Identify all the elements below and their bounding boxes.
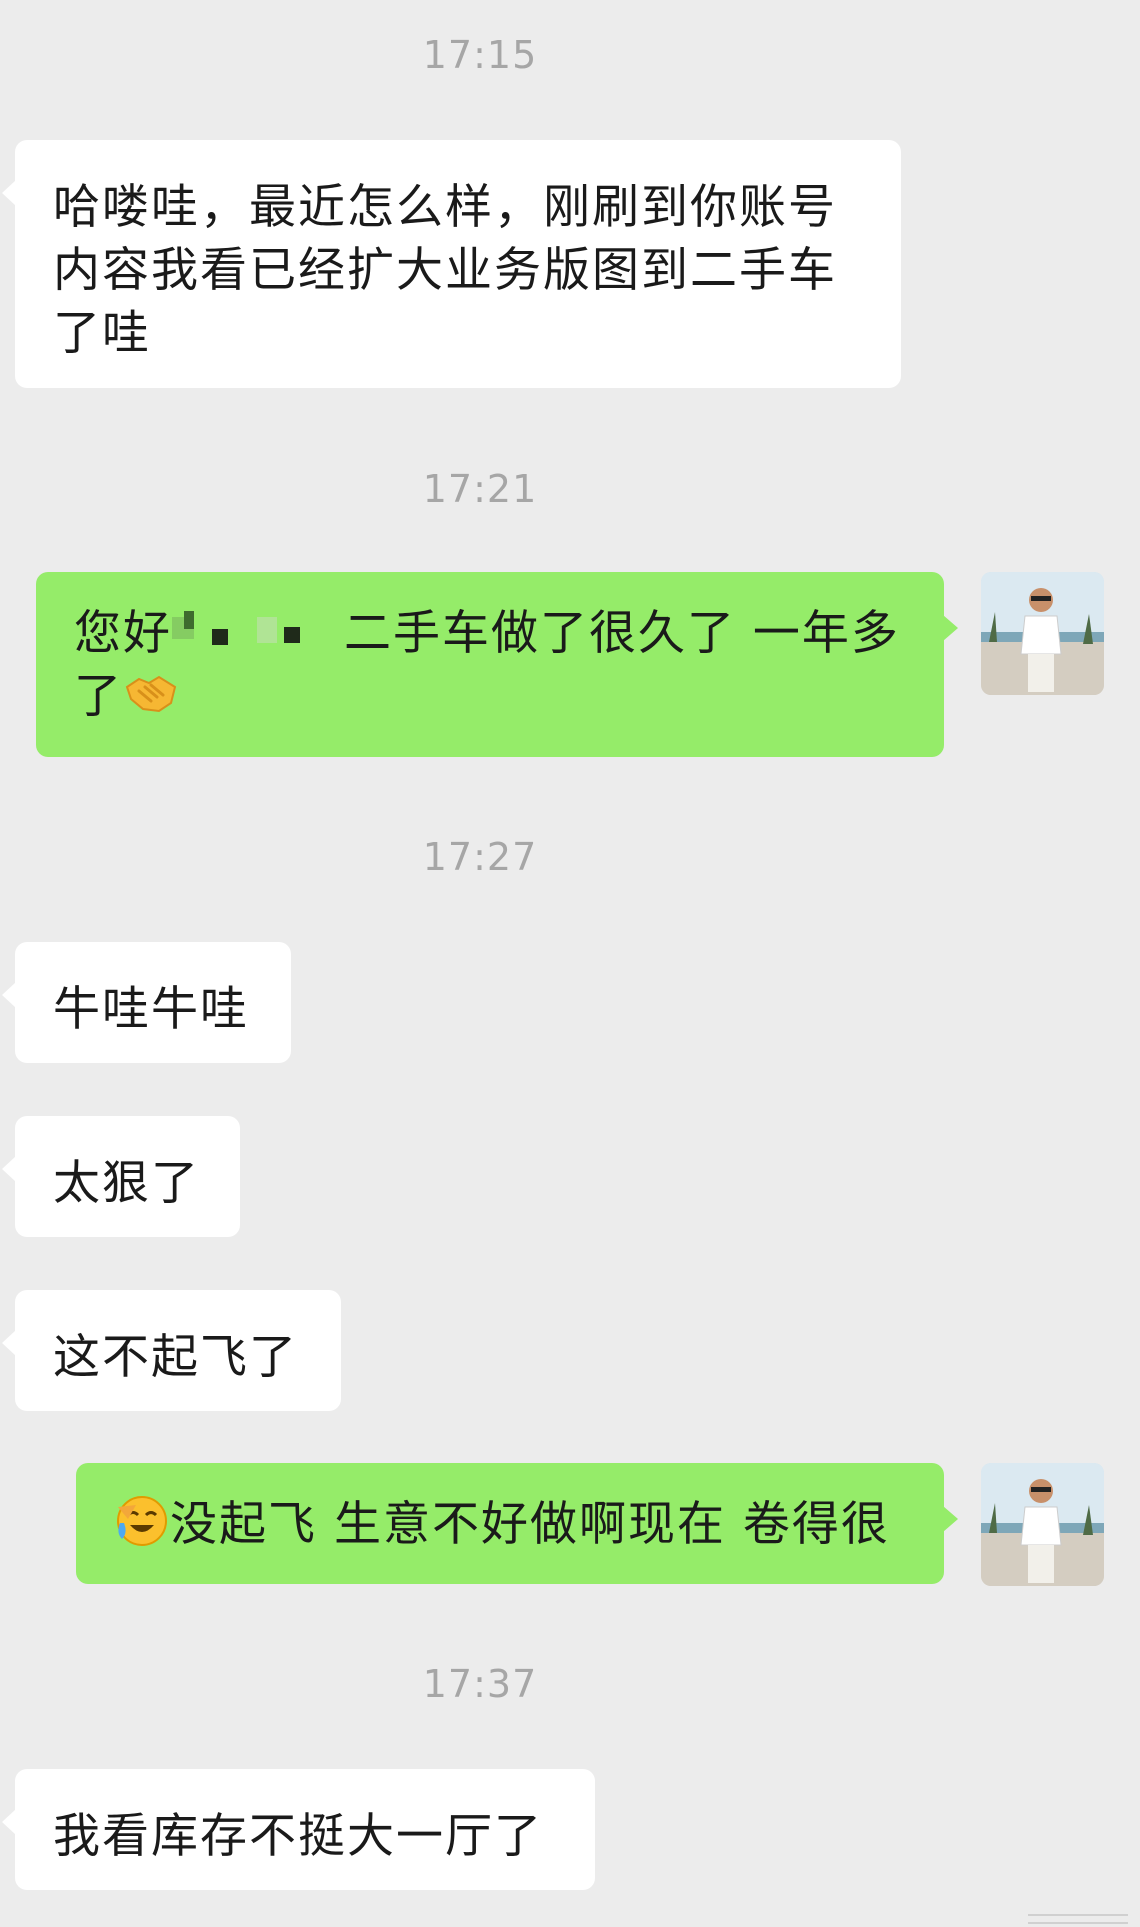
timestamp: 17:15	[422, 33, 538, 77]
message-text: 没起飞 生意不好做啊现在 卷得很	[170, 1497, 890, 1552]
timestamp: 17:27	[422, 835, 538, 879]
incoming-message-bubble[interactable]: 我看库存不挺大一厅了	[2, 1769, 595, 1890]
timestamp: 17:37	[422, 1662, 538, 1706]
message-text: 这不起飞了	[53, 1330, 298, 1385]
incoming-message-bubble[interactable]: 太狠了	[2, 1116, 240, 1237]
outgoing-message-bubble[interactable]: 您好 二手车做了很久了 一年多了	[36, 572, 958, 757]
crying-laughing-emoji-icon	[117, 1496, 167, 1546]
message-text: 您好	[74, 606, 172, 661]
avatar-photo-icon	[981, 572, 1104, 695]
outgoing-message-bubble[interactable]: 没起飞 生意不好做啊现在 卷得很	[76, 1463, 958, 1584]
message-text: 太狠了	[53, 1156, 200, 1211]
handshake-emoji-icon	[125, 675, 177, 713]
redacted-text-blur	[172, 607, 327, 657]
message-text: 牛哇牛哇	[53, 982, 249, 1037]
user-avatar[interactable]	[981, 572, 1104, 695]
avatar-photo-icon	[981, 1463, 1104, 1586]
message-text: 我看库存不挺大一厅了	[53, 1809, 543, 1864]
incoming-message-bubble[interactable]: 牛哇牛哇	[2, 942, 291, 1063]
incoming-message-bubble[interactable]: 这不起飞了	[2, 1290, 341, 1411]
message-text: 哈喽哇，最近怎么样，刚刷到你账号内容我看已经扩大业务版图到二手车了哇	[53, 180, 837, 361]
incoming-message-bubble[interactable]: 哈喽哇，最近怎么样，刚刷到你账号内容我看已经扩大业务版图到二手车了哇	[2, 140, 901, 388]
timestamp: 17:21	[422, 467, 538, 511]
user-avatar[interactable]	[981, 1463, 1104, 1586]
scroll-indicator	[1028, 1914, 1128, 1924]
